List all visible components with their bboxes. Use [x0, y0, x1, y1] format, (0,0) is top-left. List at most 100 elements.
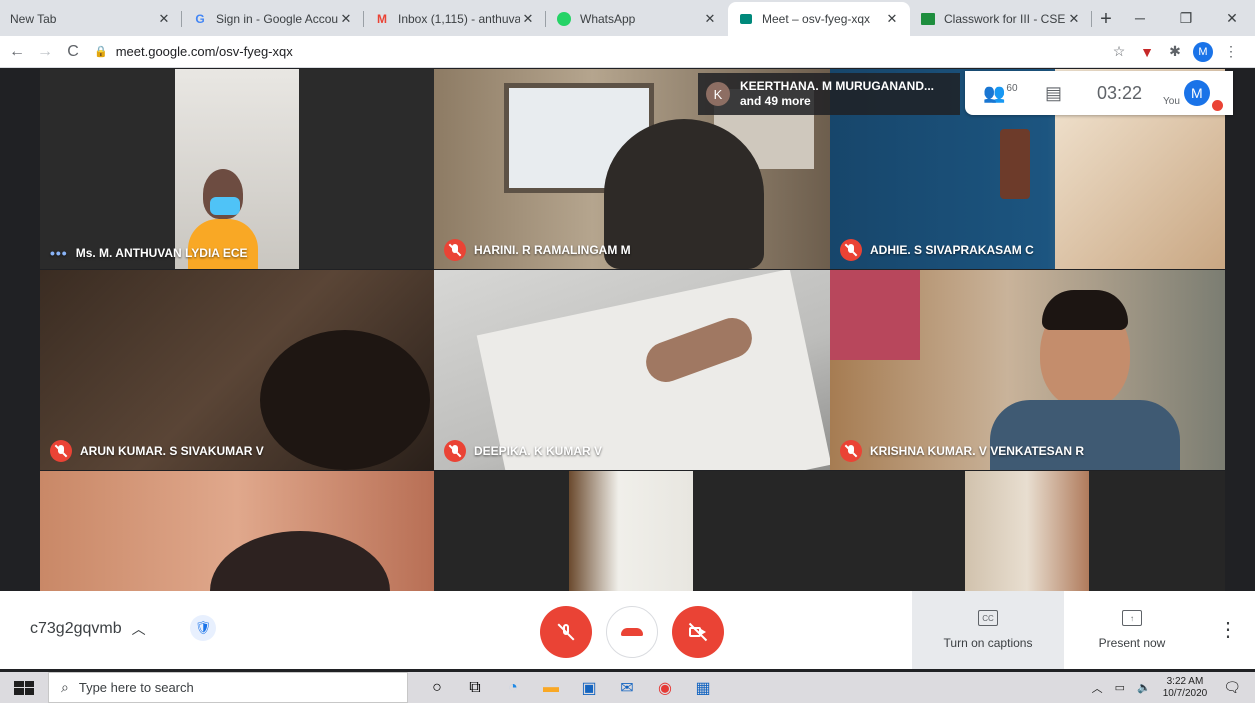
mic-off-icon: [840, 239, 862, 261]
participant-name: DEEPIKA. K KUMAR V: [444, 440, 602, 462]
participant-name: ADHIE. S SIVAPRAKASAM C: [840, 239, 1034, 261]
star-icon[interactable]: ☆: [1105, 43, 1133, 60]
mic-off-icon: [556, 622, 576, 642]
reload-icon[interactable]: C: [62, 43, 84, 61]
extension-v-icon[interactable]: ▼: [1133, 44, 1161, 60]
close-icon[interactable]: ✕: [1066, 11, 1082, 27]
present-now-button[interactable]: ↑ Present now: [1064, 591, 1200, 669]
participant-tile[interactable]: KRISHNA KUMAR. V VENKATESAN R: [830, 270, 1225, 470]
chevron-up-icon: ︿: [131, 621, 146, 637]
maximize-icon[interactable]: ❐: [1163, 0, 1209, 36]
camera-off-icon: [688, 622, 708, 642]
participant-name: KRISHNA KUMAR. V VENKATESAN R: [840, 440, 1084, 462]
captions-button[interactable]: CC Turn on captions: [912, 591, 1064, 669]
cortana-icon[interactable]: ○: [418, 672, 456, 703]
tab-gmail[interactable]: M Inbox (1,115) - anthuva ✕: [364, 2, 546, 36]
participant-tile[interactable]: [434, 471, 830, 591]
close-icon[interactable]: ✕: [520, 11, 536, 27]
minimize-icon[interactable]: ─: [1117, 0, 1163, 36]
close-icon[interactable]: ✕: [702, 11, 718, 27]
network-icon[interactable]: ▭: [1115, 681, 1125, 694]
tab-new-tab[interactable]: New Tab ✕: [0, 2, 182, 36]
participant-tile[interactable]: ••• Ms. M. ANTHUVAN LYDIA ECE: [40, 69, 434, 269]
forward-arrow-icon[interactable]: →: [34, 43, 56, 61]
close-icon[interactable]: ✕: [338, 11, 354, 27]
participant-tile[interactable]: [830, 471, 1225, 591]
taskbar-clock[interactable]: 3:22 AM 10/7/2020: [1163, 676, 1208, 700]
whatsapp-icon: [556, 11, 572, 27]
tab-whatsapp[interactable]: WhatsApp ✕: [546, 2, 728, 36]
browser-toolbar: ← → C 🔒 meet.google.com/osv-fyeg-xqx ☆ ▼…: [0, 36, 1255, 68]
participants-preview[interactable]: K KEERTHANA. M MURUGANAND... and 49 more: [698, 73, 960, 115]
meeting-code: c73g2gqvmb: [30, 620, 122, 637]
tray-chevron-icon[interactable]: ︿: [1092, 680, 1103, 696]
new-tab-button[interactable]: +: [1092, 2, 1120, 36]
mic-off-icon: [50, 440, 72, 462]
people-button[interactable]: 👥 60: [983, 83, 1045, 104]
mail-icon[interactable]: ✉: [608, 672, 646, 703]
volume-icon[interactable]: 🔈: [1137, 681, 1151, 694]
self-avatar[interactable]: M: [1183, 80, 1224, 112]
address-bar[interactable]: 🔒 meet.google.com/osv-fyeg-xqx: [94, 38, 1105, 66]
back-arrow-icon[interactable]: ←: [6, 43, 28, 61]
present-label: Present now: [1098, 636, 1166, 650]
tab-classroom[interactable]: Classwork for III - CSE A ✕: [910, 2, 1092, 36]
you-label: You: [1163, 95, 1180, 107]
participant-name-text: DEEPIKA. K KUMAR V: [474, 444, 603, 458]
search-icon: ⌕: [61, 679, 69, 695]
captions-icon: CC: [978, 610, 998, 626]
mic-off-icon: [444, 239, 466, 261]
close-icon[interactable]: ✕: [884, 11, 900, 27]
gmail-icon: M: [377, 12, 387, 26]
people-count: 60: [1006, 82, 1018, 94]
meet-top-bar: 👥 60 ▤ 03:22 You M: [965, 71, 1233, 115]
leave-call-button[interactable]: [606, 606, 658, 658]
shield-icon[interactable]: 🛡: [190, 615, 216, 641]
mic-toggle-button[interactable]: [540, 606, 592, 658]
edge-icon[interactable]: ◔: [494, 672, 532, 703]
camera-toggle-button[interactable]: [672, 606, 724, 658]
classroom-icon: [920, 11, 936, 27]
tab-title: Classwork for III - CSE A: [944, 12, 1066, 26]
windows-start-icon[interactable]: [14, 680, 34, 695]
participant-name: HARINI. R RAMALINGAM M: [444, 239, 631, 261]
taskbar-date: 10/7/2020: [1162, 687, 1208, 699]
meeting-time: 03:22: [1097, 82, 1143, 103]
meet-icon: [738, 11, 754, 27]
browser-tab-strip: New Tab ✕ G Sign in - Google Accou ✕ M I…: [0, 0, 1255, 36]
participant-name-text: ADHIE. S SIVAPRAKASAM C: [870, 243, 1034, 257]
profile-avatar[interactable]: M: [1193, 41, 1213, 62]
notification-icon[interactable]: 🗨: [1223, 679, 1241, 696]
close-icon[interactable]: ✕: [156, 11, 172, 27]
chrome-icon[interactable]: ◉: [646, 672, 684, 703]
mic-off-icon: [840, 440, 862, 462]
store-icon[interactable]: ▣: [570, 672, 608, 703]
file-explorer-icon[interactable]: ▬: [532, 672, 570, 703]
task-view-icon[interactable]: ⧉: [456, 672, 494, 703]
tab-google-sign-in[interactable]: G Sign in - Google Accou ✕: [182, 2, 364, 36]
puzzle-icon[interactable]: ✱: [1161, 43, 1189, 60]
participant-tile[interactable]: ARUN KUMAR. S SIVAKUMAR V: [40, 270, 434, 470]
menu-kebab-icon[interactable]: ⋮: [1217, 43, 1245, 60]
people-icon: 👥: [983, 82, 1006, 103]
window-controls: ─ ❐ ✕: [1117, 0, 1255, 36]
participants-preview-line2: and 49 more: [740, 94, 811, 108]
lock-icon: 🔒: [94, 46, 108, 58]
notepad-icon[interactable]: ▦: [684, 672, 722, 703]
tab-title: WhatsApp: [580, 12, 636, 26]
more-options-icon[interactable]: ⋮: [1218, 617, 1238, 642]
present-icon: ↑: [1122, 610, 1142, 626]
taskbar-search-box[interactable]: ⌕ Type here to search: [48, 672, 408, 703]
participants-preview-line1: KEERTHANA. M MURUGANAND...: [740, 79, 934, 93]
address-text: meet.google.com/osv-fyeg-xqx: [115, 44, 293, 59]
participant-tile[interactable]: [40, 471, 434, 591]
participant-tile[interactable]: DEEPIKA. K KUMAR V: [434, 270, 830, 470]
participants-preview-text: KEERTHANA. M MURUGANAND... and 49 more: [740, 79, 934, 109]
meeting-details-button[interactable]: c73g2gqvmb ︿: [30, 619, 146, 639]
phone-hangup-icon: [621, 628, 643, 636]
participant-name-text: ARUN KUMAR. S SIVAKUMAR V: [80, 444, 264, 458]
meet-controls-bar: c73g2gqvmb ︿ 🛡 CC Turn on captions ↑ Pre…: [0, 591, 1255, 669]
close-window-icon[interactable]: ✕: [1209, 0, 1255, 36]
chat-icon[interactable]: ▤: [1045, 83, 1097, 104]
tab-meet[interactable]: Meet – osv-fyeg-xqx ✕: [728, 2, 910, 36]
